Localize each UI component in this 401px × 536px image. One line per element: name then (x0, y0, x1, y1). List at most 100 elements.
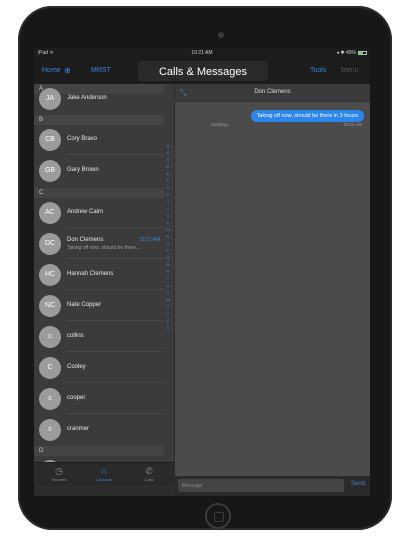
row-divider (66, 351, 164, 352)
tab-calls[interactable]: ✆ Calls (129, 465, 169, 482)
contact-name: Andrew Cairn (67, 209, 104, 215)
index-letter[interactable]: O (164, 240, 172, 247)
index-letter[interactable]: J (164, 205, 172, 212)
index-letter[interactable]: S (164, 268, 172, 275)
index-letter[interactable]: M (164, 226, 172, 233)
contact-name: cooper (67, 395, 86, 401)
index-letter[interactable]: H (164, 191, 172, 198)
add-contact-icon[interactable]: ⊕ (64, 66, 76, 75)
avatar: HC (39, 264, 61, 286)
send-button[interactable]: Send (351, 481, 365, 487)
conversation-header: ⤡ Don Clemens (175, 84, 370, 102)
index-letter[interactable]: L (164, 219, 172, 226)
headset-icon: ∩ (100, 466, 108, 476)
index-letter[interactable]: P (164, 247, 172, 254)
contact-name: Nate Copper (67, 302, 102, 308)
home-hardware-button[interactable] (205, 503, 231, 529)
avatar: c (39, 388, 61, 410)
contact-row[interactable]: NC Nate Copper (34, 291, 164, 321)
contact-name: Hannah Clemens (67, 271, 114, 277)
contact-row[interactable]: c cranmer (34, 415, 164, 445)
outgoing-message-bubble[interactable]: Taking off now, should be there in 3 hou… (250, 110, 364, 122)
contact-row[interactable]: c collins (34, 322, 164, 352)
contact-name: Cooley (67, 364, 86, 370)
contact-name: Don Clemens (67, 237, 104, 243)
index-letter[interactable]: Y (164, 310, 172, 317)
battery-icon (358, 51, 367, 55)
avatar: JA (39, 88, 61, 110)
tab-label: Calls (144, 477, 154, 482)
contact-row[interactable]: CB Cory Bravo (34, 125, 164, 155)
tab-label: Contacts (96, 477, 112, 482)
index-letter[interactable]: G (164, 184, 172, 191)
index-letter[interactable]: F (164, 177, 172, 184)
title-container: Calls & Messages (138, 61, 268, 81)
message-timestamp: 10:21 AM (342, 122, 362, 127)
avatar: AC (39, 202, 61, 224)
phone-icon: ✆ (145, 466, 153, 476)
index-letter[interactable]: K (164, 212, 172, 219)
contact-name: cranmer (67, 426, 90, 432)
row-divider (66, 413, 164, 414)
index-letter[interactable]: Z (164, 317, 172, 324)
tab-recents[interactable]: ◷ Recents (39, 465, 79, 482)
tools-button[interactable]: Tools (310, 67, 326, 74)
avatar: NC (39, 295, 61, 317)
contact-row[interactable]: HC Hannah Clemens (34, 260, 164, 290)
index-letter[interactable]: C (164, 156, 172, 163)
contact-row[interactable]: C Cooley (34, 353, 164, 383)
index-letter[interactable]: # (164, 324, 172, 331)
section-header-b: B (34, 115, 164, 125)
clock: 10:21 AM (191, 50, 213, 56)
avatar: CB (39, 129, 61, 151)
conversation-title: Don Clemens (254, 89, 291, 95)
contact-row[interactable]: c cooper (34, 384, 164, 414)
row-divider (66, 154, 164, 155)
avatar: DC (39, 233, 61, 255)
last-message-time: 10:21 AM (138, 237, 160, 243)
contact-row[interactable]: GB Gary Brown (34, 156, 164, 186)
menu-button[interactable]: Menu (341, 67, 359, 74)
contact-row[interactable]: DC Don Clemens Taking off now, should be… (34, 229, 164, 259)
front-camera (218, 32, 224, 38)
row-divider (66, 320, 164, 321)
contact-row[interactable]: AC Andrew Cairn (34, 198, 164, 228)
index-letter[interactable]: E (164, 170, 172, 177)
avatar: GB (39, 160, 61, 182)
index-letter[interactable]: N (164, 233, 172, 240)
index-letter[interactable]: V (164, 289, 172, 296)
clock-icon: ◷ (55, 466, 63, 476)
index-letter[interactable]: A (164, 142, 172, 149)
mrst-button[interactable]: MRST (91, 67, 111, 74)
section-header-d: D (34, 446, 164, 456)
index-letter[interactable]: R (164, 261, 172, 268)
index-letter[interactable]: Q (164, 254, 172, 261)
contacts-pane: A JA Jake Anderson B CB Cory Bravo GB Ga… (34, 84, 174, 476)
home-button[interactable]: Home (42, 67, 61, 74)
section-index[interactable]: A B C D E F G H I J K L M N O P Q R S T … (164, 142, 172, 331)
index-letter[interactable]: X (164, 303, 172, 310)
index-letter[interactable]: U (164, 282, 172, 289)
status-indicators: ◂ ✱ 40% (336, 50, 357, 56)
row-divider (66, 227, 164, 228)
app-screen: iPad ᯤ 10:21 AM ◂ ✱ 40% Home ⊕ MRST Call… (34, 48, 370, 496)
index-letter[interactable]: I (164, 198, 172, 205)
message-composer: Send (175, 476, 370, 496)
index-letter[interactable]: D (164, 163, 172, 170)
index-letter[interactable]: W (164, 296, 172, 303)
contact-name: Gary Brown (67, 167, 99, 173)
contact-name: Cory Bravo (67, 136, 98, 142)
index-letter[interactable]: B (164, 149, 172, 156)
tab-contacts[interactable]: ∩ Contacts (84, 465, 124, 482)
row-divider (66, 258, 164, 259)
message-input[interactable] (178, 479, 344, 492)
avatar: c (39, 419, 61, 441)
nav-bar: Home ⊕ MRST Calls & Messages Tools Menu (34, 58, 370, 84)
contact-name: collins (67, 333, 84, 339)
index-letter[interactable]: T (164, 275, 172, 282)
tab-bar: ◷ Recents ∩ Contacts ✆ Calls (34, 462, 174, 485)
message-status: Sending... (211, 122, 232, 127)
status-bar: iPad ᯤ 10:21 AM ◂ ✱ 40% (34, 48, 370, 58)
contact-row[interactable]: JA Jake Anderson (34, 84, 164, 114)
contact-name: Jake Anderson (67, 95, 107, 101)
